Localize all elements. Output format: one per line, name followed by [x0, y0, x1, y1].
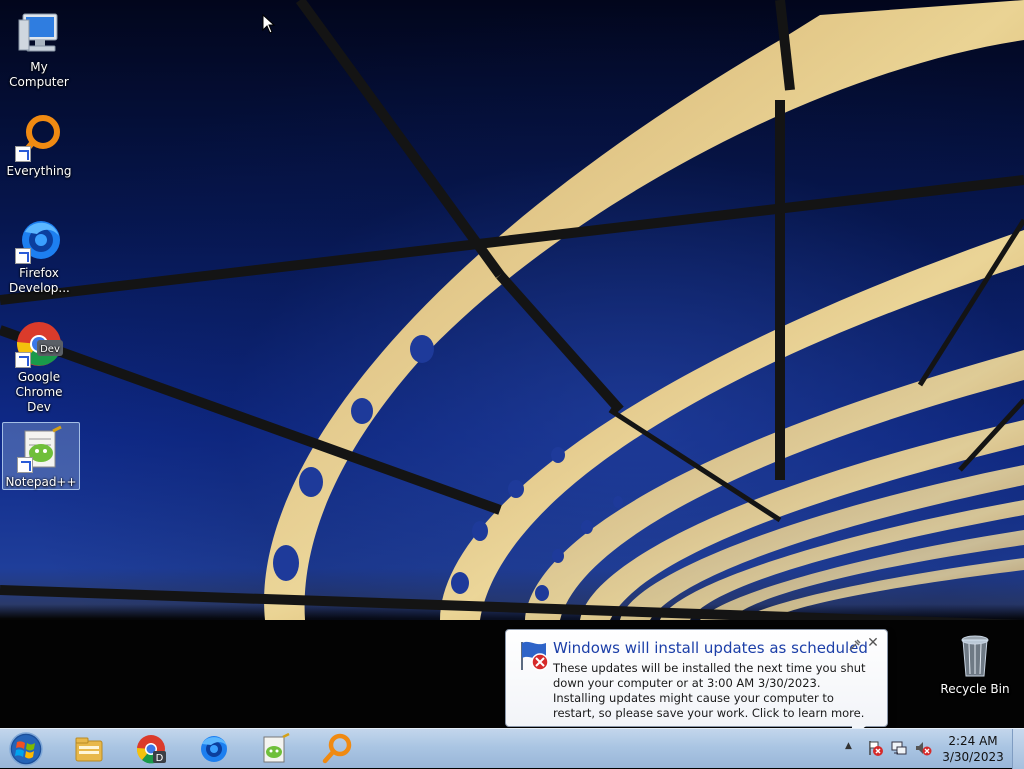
- show-desktop-button[interactable]: [1012, 729, 1024, 769]
- desktop-icon-label: Notepad++: [5, 475, 77, 489]
- wallpaper-bridge-art: [0, 0, 1024, 630]
- desktop-icon-label: My Computer: [9, 60, 69, 89]
- computer-icon: [15, 10, 63, 58]
- desktop-icon-chrome-dev[interactable]: Dev Google Chrome Dev: [1, 318, 77, 415]
- desktop-icon-my-computer[interactable]: My Computer: [1, 8, 77, 90]
- shortcut-arrow-icon: [17, 457, 33, 473]
- notification-body: These updates will be installed the next…: [553, 661, 866, 720]
- shortcut-arrow-icon: [15, 248, 31, 264]
- desktop-icon-label: Everything: [6, 164, 72, 178]
- notepadpp-icon: [17, 425, 65, 473]
- svg-text:Dev: Dev: [40, 344, 60, 355]
- chrome-dev-icon: D: [136, 735, 166, 764]
- taskbar-notepadpp[interactable]: [248, 730, 302, 768]
- chrome-dev-icon: Dev: [15, 320, 63, 368]
- desktop-icon-label: Google Chrome Dev: [15, 370, 63, 414]
- network-icon[interactable]: [890, 739, 908, 757]
- desktop-icon-firefox-developer[interactable]: Firefox Develop...: [1, 214, 77, 296]
- taskbar-everything[interactable]: [310, 730, 364, 768]
- mouse-cursor-icon: [262, 14, 276, 34]
- action-center-flag-icon: [521, 641, 549, 671]
- taskbar-firefox-developer[interactable]: [186, 730, 240, 768]
- show-hidden-icons-button[interactable]: ▲: [845, 741, 857, 753]
- everything-search-icon: [15, 114, 63, 162]
- desktop-icon-notepadpp[interactable]: Notepad++: [2, 422, 80, 490]
- taskbar-clock[interactable]: 2:24 AM 3/30/2023: [938, 733, 1008, 765]
- notepadpp-icon: [263, 733, 290, 763]
- everything-search-icon: [322, 733, 352, 764]
- notification-title: Windows will install updates as schedule…: [553, 639, 868, 657]
- shortcut-arrow-icon: [15, 146, 31, 162]
- notification-close-button[interactable]: ✕: [866, 636, 880, 650]
- notification-options-icon[interactable]: [848, 638, 862, 652]
- shortcut-arrow-icon: [15, 352, 31, 368]
- svg-text:D: D: [156, 753, 164, 764]
- start-button[interactable]: [4, 731, 48, 767]
- recycle-bin-icon: [951, 632, 999, 680]
- desktop-icon-recycle-bin[interactable]: Recycle Bin: [937, 630, 1013, 697]
- desktop-icon-everything[interactable]: Everything: [1, 112, 77, 179]
- clock-time: 2:24 AM: [948, 734, 998, 748]
- volume-muted-icon[interactable]: [914, 739, 932, 757]
- taskbar: D ▲ 2:24 AM 3/30/2023: [0, 728, 1024, 769]
- file-explorer-icon: [75, 737, 103, 762]
- desktop-icon-label: Recycle Bin: [940, 682, 1010, 696]
- desktop-wallpaper: [0, 0, 1024, 728]
- desktop-icon-label: Firefox Develop...: [9, 266, 70, 295]
- firefox-developer-icon: [201, 736, 227, 762]
- update-notification-balloon[interactable]: Windows will install updates as schedule…: [505, 629, 888, 738]
- action-center-error-icon[interactable]: [866, 739, 884, 757]
- firefox-developer-icon: [15, 216, 63, 264]
- taskbar-chrome-dev[interactable]: D: [124, 730, 178, 768]
- clock-date: 3/30/2023: [942, 750, 1004, 764]
- taskbar-file-explorer[interactable]: [62, 730, 116, 768]
